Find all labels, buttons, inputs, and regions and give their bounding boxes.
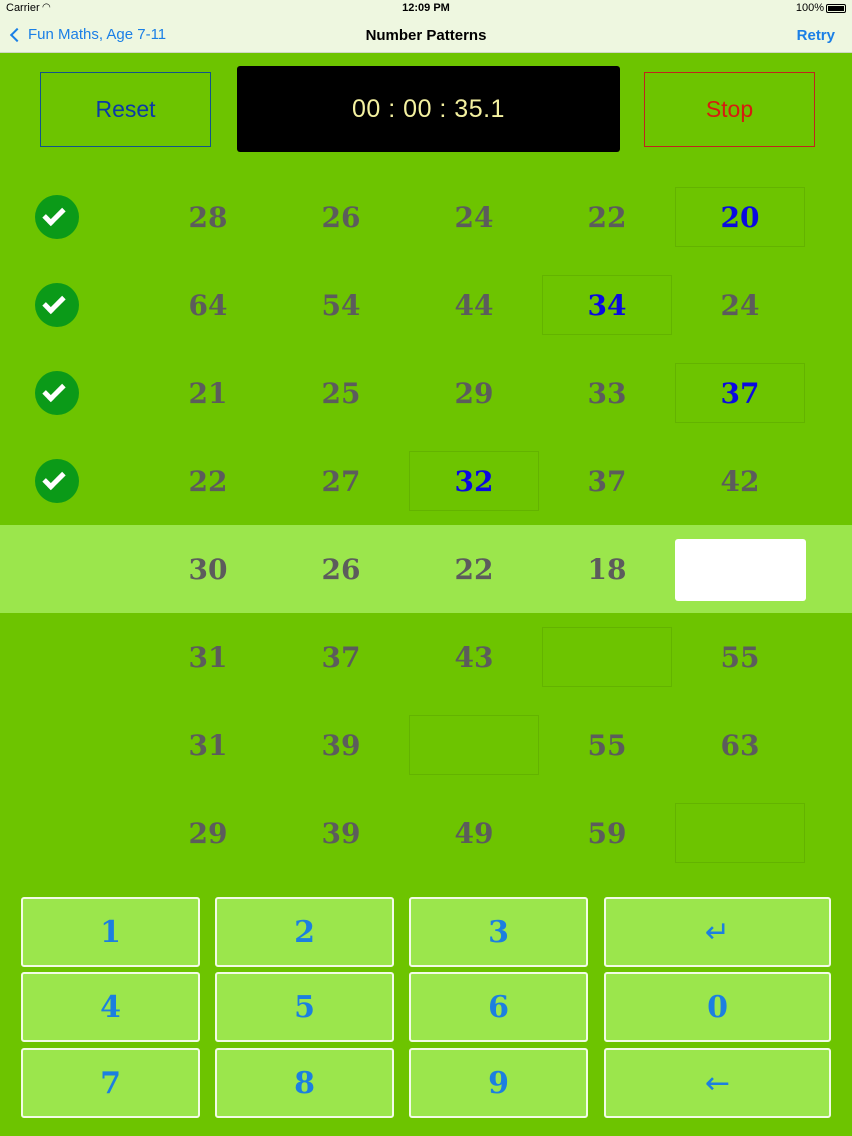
number-cell: 39 xyxy=(321,728,361,762)
pattern-row-4: 22 27 32 37 42 xyxy=(0,437,852,525)
key-9[interactable]: 9 xyxy=(409,1048,588,1118)
backspace-key[interactable]: ← xyxy=(604,1048,831,1118)
pattern-row-8: 29 39 49 59 xyxy=(0,789,852,877)
key-7[interactable]: 7 xyxy=(21,1048,200,1118)
number-cell: 49 xyxy=(454,816,494,850)
number-cell: 43 xyxy=(454,640,494,674)
answered-cell: 34 xyxy=(542,275,672,335)
answered-cell: 37 xyxy=(675,363,805,423)
number-cell: 22 xyxy=(587,200,627,234)
number-cell: 26 xyxy=(321,200,361,234)
number-cell: 18 xyxy=(587,552,627,586)
number-cell: 25 xyxy=(321,376,361,410)
number-cell: 37 xyxy=(587,464,627,498)
number-cell: 54 xyxy=(321,288,361,322)
number-cell: 63 xyxy=(720,728,760,762)
timer-display: 00 : 00 : 35.1 xyxy=(237,66,620,152)
number-cell: 37 xyxy=(321,640,361,674)
pattern-row-1: 28 26 24 22 20 xyxy=(0,173,852,261)
retry-button[interactable]: Retry xyxy=(797,27,835,44)
pattern-row-7: 31 39 55 63 xyxy=(0,701,852,789)
key-1[interactable]: 1 xyxy=(21,897,200,967)
key-8[interactable]: 8 xyxy=(215,1048,394,1118)
number-cell: 44 xyxy=(454,288,494,322)
number-cell: 24 xyxy=(720,288,760,322)
number-cell: 21 xyxy=(188,376,228,410)
key-0[interactable]: 0 xyxy=(604,972,831,1042)
answer-input[interactable] xyxy=(675,539,806,601)
number-cell: 22 xyxy=(454,552,494,586)
number-cell: 33 xyxy=(587,376,627,410)
check-icon xyxy=(35,195,79,239)
page-title: Number Patterns xyxy=(365,27,487,44)
check-icon xyxy=(35,283,79,327)
key-6[interactable]: 6 xyxy=(409,972,588,1042)
pattern-row-2: 64 54 44 34 24 xyxy=(0,261,852,349)
key-2[interactable]: 2 xyxy=(215,897,394,967)
number-cell: 26 xyxy=(321,552,361,586)
pattern-row-3: 21 25 29 33 37 xyxy=(0,349,852,437)
number-cell: 24 xyxy=(454,200,494,234)
number-cell: 29 xyxy=(188,816,228,850)
number-cell: 59 xyxy=(587,816,627,850)
number-cell: 30 xyxy=(188,552,228,586)
key-4[interactable]: 4 xyxy=(21,972,200,1042)
number-cell: 29 xyxy=(454,376,494,410)
number-cell: 55 xyxy=(587,728,627,762)
reset-button[interactable]: Reset xyxy=(40,72,211,147)
number-cell: 27 xyxy=(321,464,361,498)
answered-cell: 32 xyxy=(409,451,539,511)
key-5[interactable]: 5 xyxy=(215,972,394,1042)
number-cell: 22 xyxy=(188,464,228,498)
number-cell: 42 xyxy=(720,464,760,498)
key-3[interactable]: 3 xyxy=(409,897,588,967)
check-icon xyxy=(35,459,79,503)
pattern-row-5-active: 30 26 22 18 xyxy=(0,525,852,613)
blank-cell xyxy=(675,803,805,863)
number-cell: 39 xyxy=(321,816,361,850)
number-cell: 55 xyxy=(720,640,760,674)
status-bar: Carrier ◠ 12:09 PM 100% xyxy=(0,0,852,18)
status-time: 12:09 PM xyxy=(402,2,450,14)
answered-cell: 20 xyxy=(675,187,805,247)
blank-cell xyxy=(409,715,539,775)
battery-percent: 100% xyxy=(795,2,824,14)
blank-cell xyxy=(542,627,672,687)
number-cell: 31 xyxy=(188,640,228,674)
navigation-bar: Fun Maths, Age 7-11 Number Patterns Retr… xyxy=(0,18,852,53)
check-icon xyxy=(35,371,79,415)
number-cell: 64 xyxy=(188,288,228,322)
stop-button[interactable]: Stop xyxy=(644,72,815,147)
number-cell: 28 xyxy=(188,200,228,234)
pattern-row-6: 31 37 43 55 xyxy=(0,613,852,701)
number-cell: 31 xyxy=(188,728,228,762)
battery-icon xyxy=(826,4,846,13)
enter-key[interactable]: ↵ xyxy=(604,897,831,967)
